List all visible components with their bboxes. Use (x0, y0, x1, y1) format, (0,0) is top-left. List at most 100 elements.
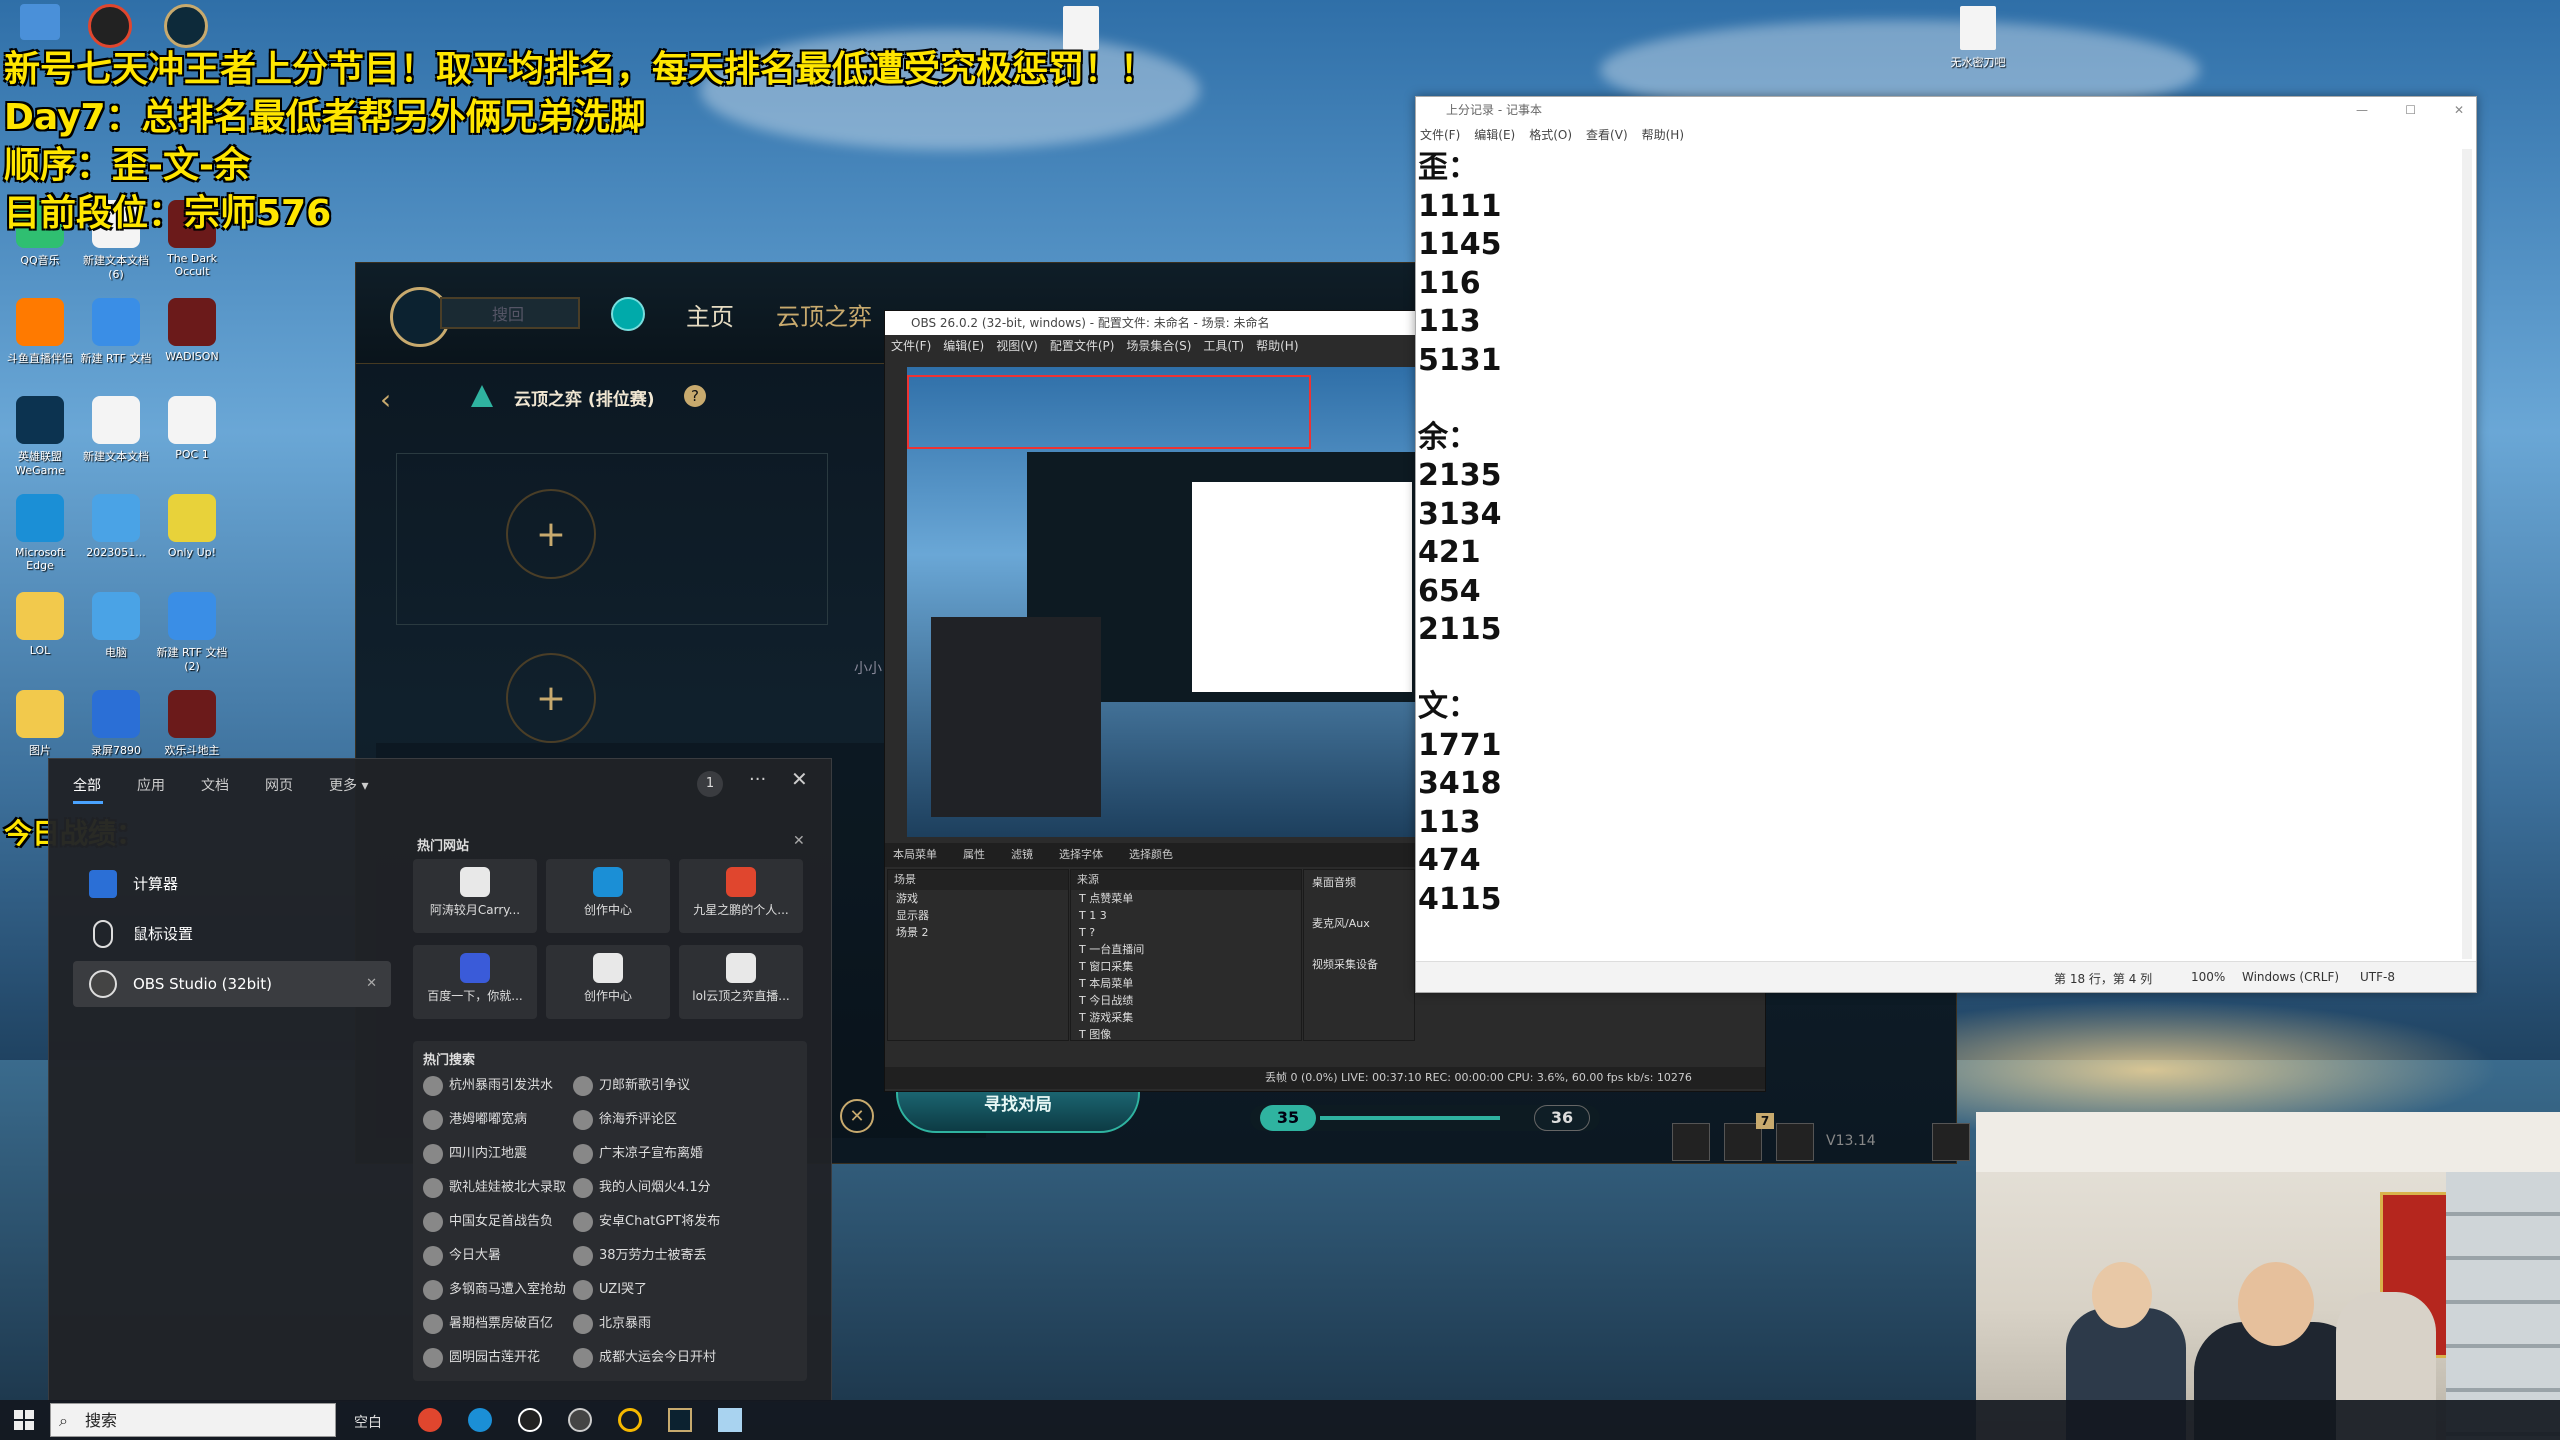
notepad-menu-item[interactable]: 格式(O) (1529, 128, 1572, 142)
obs-toolbar-button[interactable]: 选择颜色 (1129, 848, 1173, 861)
hot-search-item[interactable]: 成都大运会今日开村 (573, 1341, 716, 1375)
desktop-icon[interactable]: 新建 RTF 文档 (2) (152, 592, 232, 673)
source-item[interactable]: T 1 3 (1071, 907, 1301, 924)
qq-icon[interactable] (518, 1408, 542, 1432)
hot-search-item[interactable]: 暑期档票房破百亿 (423, 1307, 553, 1341)
desktop-icon[interactable]: 图片 (0, 690, 80, 758)
desktop-file[interactable]: 无水密刀吧 (1938, 6, 2018, 70)
scene-item[interactable]: 显示器 (888, 907, 1068, 924)
hot-site-tile[interactable]: 百度一下，你就... (413, 945, 537, 1019)
source-item[interactable]: T 图像 (1071, 1026, 1301, 1043)
desktop-icon[interactable]: 欢乐斗地主 (152, 690, 232, 758)
scene-item[interactable]: 场景 2 (888, 924, 1068, 941)
nav-tft[interactable]: 云顶之弈 (776, 297, 872, 332)
close-lobby-icon[interactable]: ✕ (840, 1099, 874, 1133)
notepad-menu-item[interactable]: 编辑(E) (1474, 128, 1515, 142)
mixer-channel[interactable]: 麦克风/Aux (1304, 915, 1414, 932)
desktop-icon[interactable]: WADISON (152, 298, 232, 363)
mixer-channel[interactable]: 桌面音频 (1304, 874, 1414, 891)
hot-site-tile[interactable]: lol云顶之弈直播... (679, 945, 803, 1019)
desktop-icon[interactable]: 斗鱼直播伴侣 (0, 298, 80, 366)
desktop-icon[interactable]: 电脑 (76, 592, 156, 660)
result-obs-studio[interactable]: OBS Studio (32bit) ✕ (73, 961, 391, 1007)
hot-search-item[interactable]: 38万劳力士被寄丢 (573, 1239, 707, 1273)
search-tab[interactable]: 网页 (265, 778, 293, 794)
hot-search-item[interactable]: 广末凉子宣布离婚 (573, 1137, 703, 1171)
hot-search-item[interactable]: 北京暴雨 (573, 1307, 651, 1341)
obs-toolbar-button[interactable]: 选择字体 (1059, 848, 1103, 861)
mic-icon[interactable] (1776, 1123, 1814, 1161)
hot-search-item[interactable]: 杭州暴雨引发洪水 (423, 1069, 553, 1103)
obs-toolbar-button[interactable]: 滤镜 (1011, 848, 1033, 861)
hot-search-item[interactable]: UZI哭了 (573, 1273, 647, 1307)
hot-search-item[interactable]: 四川内江地震 (423, 1137, 527, 1171)
more-options-icon[interactable]: ··· (749, 769, 766, 790)
app-taskbar-icon[interactable] (418, 1408, 442, 1432)
obs-menu-item[interactable]: 帮助(H) (1256, 339, 1298, 353)
desktop-icon[interactable]: 录屏7890 (76, 690, 156, 758)
hot-site-tile[interactable]: 九星之鹏的个人... (679, 859, 803, 933)
hot-search-item[interactable]: 我的人间烟火4.1分 (573, 1171, 711, 1205)
source-item[interactable]: T 点赞菜单 (1071, 890, 1301, 907)
desktop-icon[interactable]: Only Up! (152, 494, 232, 559)
notepad-menu-item[interactable]: 文件(F) (1420, 128, 1460, 142)
source-item[interactable]: T 一台直播间 (1071, 941, 1301, 958)
hot-search-item[interactable]: 今日大暑 (423, 1239, 501, 1273)
hot-search-item[interactable]: 圆明园古莲开花 (423, 1341, 540, 1375)
notepad-menu-item[interactable]: 查看(V) (1586, 128, 1628, 142)
obs-toolbar-button[interactable]: 本局菜单 (893, 848, 937, 861)
desktop-icon[interactable]: Microsoft Edge (0, 494, 80, 572)
help-icon[interactable]: ? (684, 385, 706, 407)
result-calculator[interactable]: 计算器 (73, 861, 391, 907)
alert-icon[interactable] (611, 297, 645, 331)
close-icon[interactable]: ✕ (2454, 97, 2464, 123)
notepad-taskbar-icon[interactable] (718, 1408, 742, 1432)
minimize-icon[interactable]: — (2356, 97, 2368, 123)
notepad-menu-item[interactable]: 帮助(H) (1642, 128, 1684, 142)
chat-icon[interactable] (1672, 1123, 1710, 1161)
hot-search-item[interactable]: 刀郎新歌引争议 (573, 1069, 690, 1103)
source-item[interactable]: T 今日战绩 (1071, 992, 1301, 1009)
obs-menu-item[interactable]: 工具(T) (1203, 339, 1244, 353)
play-button[interactable]: 搜回 (440, 297, 580, 329)
search-tab[interactable]: 文档 (201, 778, 229, 794)
notepad-text-area[interactable]: 歪： 1111 1145 116 113 5131 余： 2135 3134 421 654 211… (1418, 149, 1502, 919)
invite-slot[interactable]: + (506, 489, 596, 579)
hot-site-tile[interactable]: 创作中心 (546, 859, 670, 933)
search-tab[interactable]: 全部 (73, 778, 101, 794)
computer-icon[interactable] (20, 4, 60, 40)
hot-site-tile[interactable]: 创作中心 (546, 945, 670, 1019)
search-tab[interactable]: 更多 ▾ (329, 778, 368, 794)
hot-search-item[interactable]: 中国女足首战告负 (423, 1205, 553, 1239)
source-item[interactable]: T 本局菜单 (1071, 975, 1301, 992)
desktop-icon[interactable]: 英雄联盟WeGame (0, 396, 80, 477)
search-tab[interactable]: 应用 (137, 778, 165, 794)
desktop-icon[interactable]: POC 1 (152, 396, 232, 461)
hot-search-item[interactable]: 歌礼娃娃被北大录取 (423, 1171, 566, 1205)
taskbar-search-input[interactable]: ⌕ 搜索 (50, 1403, 336, 1437)
obs-toolbar-button[interactable]: 属性 (963, 848, 985, 861)
hot-site-tile[interactable]: 阿涛较月Carry... (413, 859, 537, 933)
lol-taskbar-icon[interactable] (668, 1408, 692, 1432)
obs-menu-item[interactable]: 视图(V) (996, 339, 1038, 353)
close-icon[interactable]: ✕ (791, 767, 808, 791)
source-item[interactable]: T 游戏采集 (1071, 1009, 1301, 1026)
notepad-scrollbar[interactable] (2462, 149, 2472, 959)
hot-search-item[interactable]: 安卓ChatGPT将发布 (573, 1205, 720, 1239)
source-item[interactable]: T ? (1071, 924, 1301, 941)
nav-home[interactable]: 主页 (686, 297, 734, 332)
remove-result-icon[interactable]: ✕ (366, 961, 377, 1007)
hot-search-item[interactable]: 徐海乔评论区 (573, 1103, 677, 1137)
desktop-icon[interactable]: 2023051... (76, 494, 156, 559)
desktop-icon[interactable]: 新建文本文档 (76, 396, 156, 464)
mixer-channel[interactable]: 视频采集设备 (1304, 956, 1414, 973)
close-hot-sites-icon[interactable]: ✕ (793, 833, 805, 849)
maximize-icon[interactable]: ☐ (2405, 97, 2416, 123)
settings-gear-icon[interactable] (1932, 1123, 1970, 1161)
desktop-icon[interactable]: LOL (0, 592, 80, 657)
scene-item[interactable]: 游戏 (888, 890, 1068, 907)
hot-search-item[interactable]: 多钢商马遭入室抢劫 (423, 1273, 566, 1307)
obs-menu-item[interactable]: 编辑(E) (943, 339, 984, 353)
obs-menu-item[interactable]: 配置文件(P) (1050, 339, 1115, 353)
source-item[interactable]: T 窗口采集 (1071, 958, 1301, 975)
